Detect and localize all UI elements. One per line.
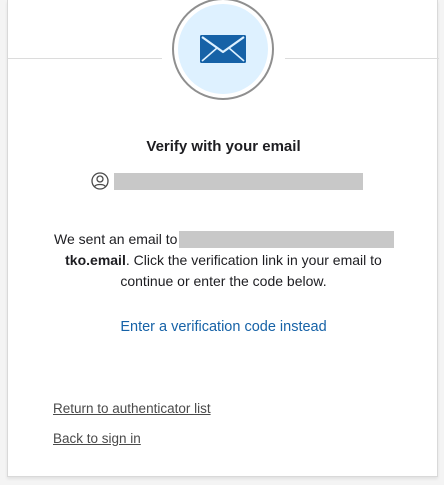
email-envelope-icon: [200, 35, 246, 63]
header-divider-left: [8, 58, 162, 59]
header-divider-right: [285, 58, 439, 59]
message-line-3: continue or enter the code below.: [120, 273, 327, 289]
message-line-1: We sent an email to: [54, 229, 395, 250]
factor-icon-background: [178, 4, 268, 94]
page: Verify with your email We sent an email …: [0, 0, 444, 485]
page-title: Verify with your email: [146, 138, 301, 155]
message-prefix: We sent an email to: [54, 231, 178, 247]
auth-card: Verify with your email We sent an email …: [7, 0, 439, 477]
factor-icon-badge: [172, 0, 274, 100]
user-icon: [91, 172, 109, 190]
user-identifier: [91, 172, 363, 190]
message-line-2: tko.email. Click the verification link i…: [8, 250, 439, 271]
return-to-authenticators-link[interactable]: Return to authenticator list: [53, 401, 211, 416]
email-suffix: tko.email: [65, 252, 126, 268]
back-to-sign-in-link[interactable]: Back to sign in: [53, 431, 141, 446]
identifier-redacted: [114, 172, 363, 190]
message-rest: . Click the verification link in your em…: [125, 252, 382, 268]
enter-code-link[interactable]: Enter a verification code instead: [8, 319, 439, 335]
email-redacted: [179, 231, 395, 248]
